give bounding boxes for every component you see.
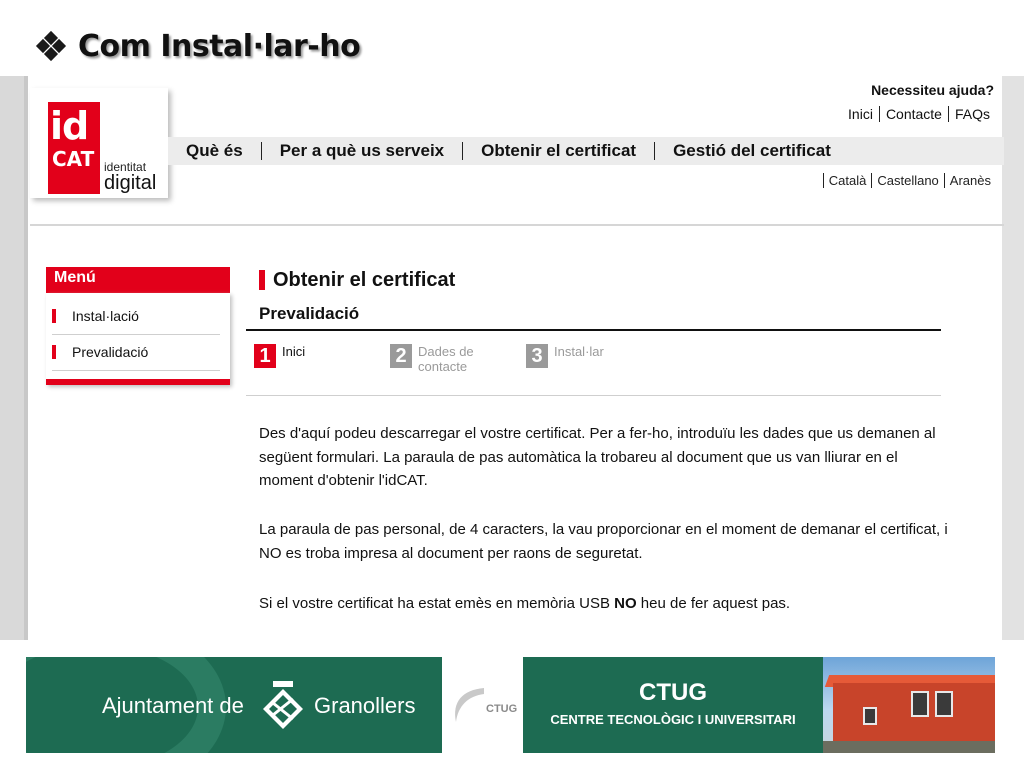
lang-castellano[interactable]: Castellano [871, 173, 943, 188]
ctug-small-text: CTUG [486, 703, 518, 715]
nav-per-a-que[interactable]: Per a què us serveix [260, 142, 462, 160]
paragraph-3-end: heu de fer aquest pas. [636, 595, 791, 612]
paragraph-3-start: Si el vostre certificat ha estat emès en… [259, 595, 615, 612]
granollers-emblem-icon [263, 681, 303, 729]
logo-digital-text: digital [104, 172, 157, 194]
ctug-subtitle: CENTRE TECNOLÒGIC I UNIVERSITARI [550, 712, 796, 727]
nav-gestio[interactable]: Gestió del certificat [654, 142, 849, 160]
menu-item-installacio[interactable]: Instal·lació [52, 299, 220, 335]
main-nav: Què és Per a què us serveix Obtenir el c… [168, 137, 1004, 165]
step-3-number: 3 [526, 344, 548, 368]
link-faqs[interactable]: FAQs [947, 106, 996, 122]
idcat-logo[interactable]: id CAT identitat digital [30, 88, 168, 198]
lang-aranes[interactable]: Aranès [943, 173, 996, 188]
logo-cat-text: CAT [52, 147, 95, 171]
page-title: Obtenir el certificat [259, 268, 455, 292]
section-subtitle: Prevalidació [259, 304, 360, 323]
ctug-logo: CTUG CENTRE TECNOLÒGIC I UNIVERSITARI [523, 657, 823, 753]
page-title-text: Obtenir el certificat [273, 268, 456, 291]
steps-rule [246, 395, 941, 396]
menu-item-prevalidacio[interactable]: Prevalidació [52, 335, 220, 371]
language-selector: Català Castellano Aranès [822, 173, 996, 188]
top-links: Inici Contacte FAQs [842, 106, 996, 122]
step-2-number: 2 [390, 344, 412, 368]
step-1-number: 1 [254, 344, 276, 368]
help-heading: Necessiteu ajuda? [871, 82, 994, 98]
website-screenshot: id CAT identitat digital Necessiteu ajud… [0, 76, 1024, 640]
lang-catala[interactable]: Català [822, 173, 872, 188]
step-2-label: Dades de contacte [418, 344, 474, 374]
link-inici[interactable]: Inici [842, 106, 879, 122]
subtitle-rule [246, 329, 941, 331]
granollers-logo: Ajuntament de Granollers [26, 657, 442, 753]
ctug-small-logo: CTUG [448, 682, 518, 726]
link-contacte[interactable]: Contacte [878, 106, 948, 122]
paragraph-1: Des d'aquí podeu descarregar el vostre c… [259, 425, 936, 489]
title-marker [259, 270, 265, 290]
logo-id-text: id [50, 104, 89, 148]
step-1-label: Inici [282, 344, 306, 359]
side-menu: Menú Instal·lació Prevalidació [46, 267, 230, 385]
paragraph-3-bold: NO [614, 595, 637, 612]
slide-title-text: Com Instal·lar-ho [78, 28, 361, 64]
paragraph-2: La paraula de pas personal, de 4 caracte… [259, 521, 948, 562]
wizard-steps: 1 Inici 2 Dades de contacte 3 Instal·lar [254, 344, 954, 384]
diamond-bullet-icon [35, 30, 67, 62]
nav-obtenir[interactable]: Obtenir el certificat [462, 142, 654, 160]
header-divider [30, 224, 1004, 226]
paragraph-3: Si el vostre certificat ha estat emès en… [259, 592, 949, 616]
building-window [935, 691, 953, 717]
building-window [863, 707, 877, 725]
granollers-text-right: Granollers [314, 693, 416, 718]
building-ground [823, 741, 995, 753]
side-menu-body: Instal·lació Prevalidació [46, 293, 230, 385]
browser-left-edge [0, 76, 28, 640]
building-window [911, 691, 929, 717]
step-2: 2 Dades de contacte [390, 344, 488, 374]
step-3-label: Instal·lar [554, 344, 604, 359]
step-3: 3 Instal·lar [526, 344, 624, 368]
browser-scrollbar[interactable] [1002, 76, 1024, 640]
step-1: 1 Inici [254, 344, 352, 368]
side-menu-title: Menú [46, 267, 230, 293]
building-photo [823, 657, 995, 753]
slide-title: Com Instal·lar-ho [35, 26, 361, 66]
ctug-swoosh-icon [455, 688, 484, 722]
granollers-text-left: Ajuntament de [102, 693, 244, 718]
ctug-title: CTUG [639, 679, 707, 706]
nav-que-es[interactable]: Què és [168, 142, 261, 160]
